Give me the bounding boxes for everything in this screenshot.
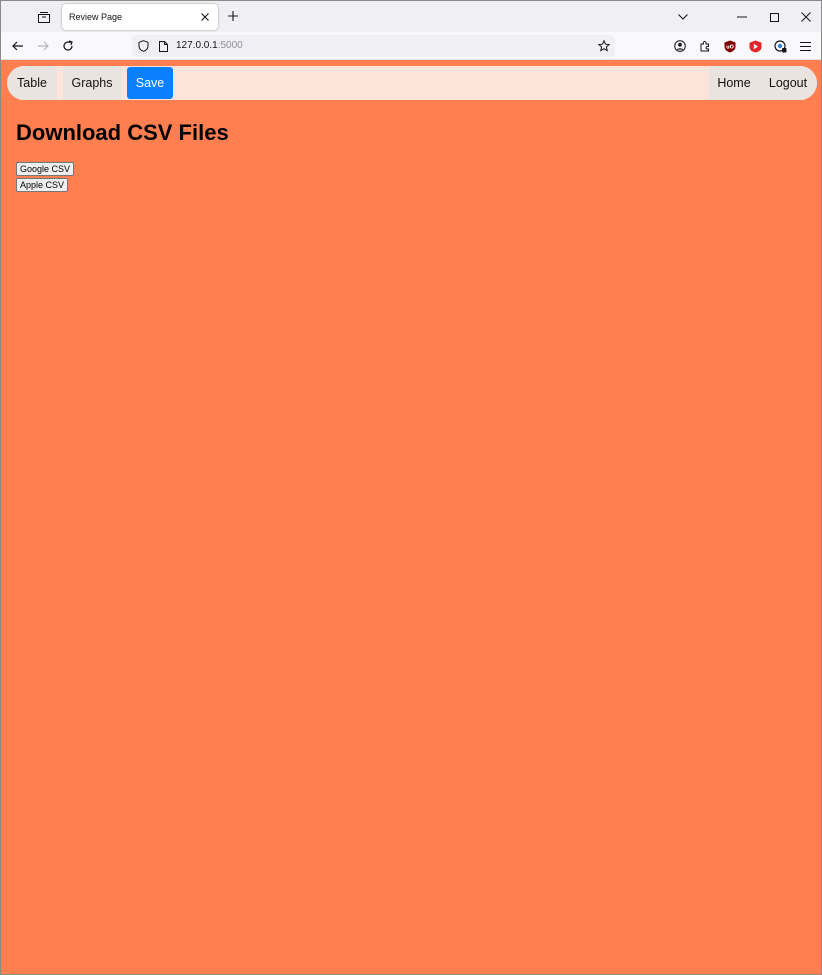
url-host: 127.0.0.1: [176, 40, 218, 51]
tab-list-icon[interactable]: [35, 8, 53, 26]
url-text: 127.0.0.1:5000: [176, 40, 243, 51]
shield-icon[interactable]: [136, 39, 150, 53]
account-icon[interactable]: [671, 37, 689, 55]
browser-window: Review Page 127.0.0.1:5000 uO Table Grap…: [0, 0, 822, 975]
nav-logout-link[interactable]: Logout: [759, 66, 817, 100]
page-content: Table Graphs Save Home Logout Download C…: [1, 60, 821, 974]
extensions-icon[interactable]: [696, 37, 714, 55]
nav-home-link[interactable]: Home: [709, 66, 759, 100]
star-icon[interactable]: [597, 39, 611, 53]
maximize-icon[interactable]: [764, 7, 784, 27]
close-icon[interactable]: [198, 10, 212, 24]
apple-csv-button[interactable]: Apple CSV: [16, 178, 69, 192]
extension-icon[interactable]: [771, 37, 789, 55]
nav-table-link[interactable]: Table: [7, 66, 57, 100]
url-port: :5000: [217, 40, 243, 51]
forward-arrow-icon[interactable]: [33, 36, 53, 56]
svg-text:uO: uO: [726, 44, 734, 50]
google-csv-button[interactable]: Google CSV: [16, 162, 75, 176]
nav-save-link[interactable]: Save: [127, 67, 173, 99]
reload-icon[interactable]: [58, 36, 78, 56]
ublock-icon[interactable]: uO: [721, 37, 739, 55]
nav-graphs-link[interactable]: Graphs: [63, 66, 121, 100]
tab-review-page[interactable]: Review Page: [62, 4, 218, 30]
page-title: Download CSV Files: [16, 120, 229, 145]
url-bar[interactable]: 127.0.0.1:5000: [132, 35, 615, 57]
page-icon[interactable]: [156, 39, 170, 53]
close-icon[interactable]: [796, 7, 816, 27]
red-extension-icon[interactable]: [746, 37, 764, 55]
browser-toolbar: 127.0.0.1:5000 uO: [1, 32, 821, 60]
site-navigation: Table Graphs Save Home Logout: [7, 66, 817, 100]
tab-strip: Review Page: [1, 1, 821, 32]
tab-title: Review Page: [69, 12, 123, 22]
back-arrow-icon[interactable]: [8, 36, 28, 56]
plus-icon[interactable]: [225, 8, 241, 24]
minimize-icon[interactable]: [732, 7, 752, 27]
chevron-down-icon[interactable]: [673, 7, 693, 27]
menu-icon[interactable]: [796, 37, 814, 55]
